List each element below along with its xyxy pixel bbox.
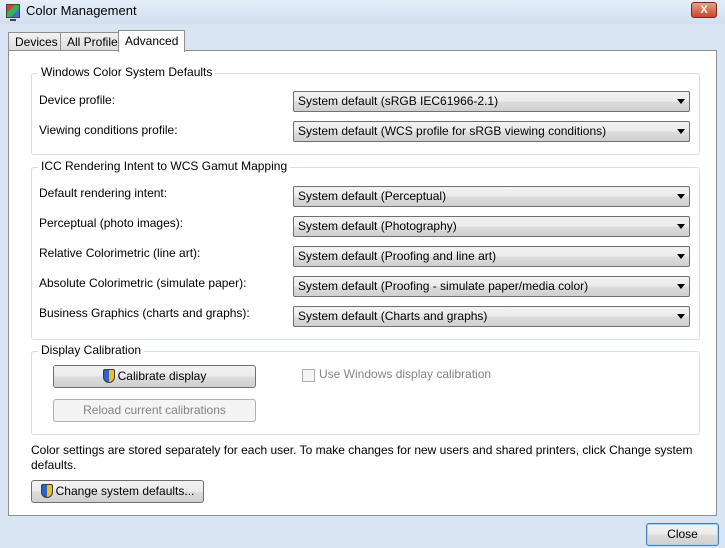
icc-mapping-title: ICC Rendering Intent to WCS Gamut Mappin… — [38, 159, 291, 173]
default-intent-label: Default rendering intent: — [39, 186, 168, 200]
default-intent-value: System default (Perceptual) — [298, 189, 447, 203]
viewing-conditions-select[interactable]: System default (WCS profile for sRGB vie… — [293, 121, 690, 142]
change-system-defaults-button[interactable]: Change system defaults... — [31, 480, 204, 503]
device-profile-label: Device profile: — [39, 93, 116, 107]
device-profile-select[interactable]: System default (sRGB IEC61966-2.1) — [293, 91, 690, 112]
viewing-conditions-value: System default (WCS profile for sRGB vie… — [298, 124, 607, 138]
chevron-down-icon — [677, 99, 685, 104]
wcs-defaults-title: Windows Color System Defaults — [38, 65, 216, 79]
relative-colorimetric-select[interactable]: System default (Proofing and line art) — [293, 246, 690, 267]
title-bar: Color Management X — [0, 0, 725, 24]
perceptual-label: Perceptual (photo images): — [39, 216, 184, 230]
default-intent-select[interactable]: System default (Perceptual) — [293, 186, 690, 207]
perceptual-value: System default (Photography) — [298, 219, 457, 233]
display-calibration-group: Display Calibration Calibrate display Re… — [31, 343, 700, 435]
color-management-icon — [6, 4, 20, 21]
chevron-down-icon — [677, 314, 685, 319]
chevron-down-icon — [677, 129, 685, 134]
calibrate-display-label: Calibrate display — [117, 369, 207, 383]
relative-colorimetric-value: System default (Proofing and line art) — [298, 249, 497, 263]
display-calibration-title: Display Calibration — [38, 343, 145, 357]
chevron-down-icon — [677, 254, 685, 259]
uac-shield-icon — [40, 484, 53, 498]
device-profile-value: System default (sRGB IEC61966-2.1) — [298, 94, 499, 108]
business-graphics-select[interactable]: System default (Charts and graphs) — [293, 306, 690, 327]
uac-shield-icon — [102, 369, 115, 383]
chevron-down-icon — [677, 194, 685, 199]
business-graphics-value: System default (Charts and graphs) — [298, 309, 488, 323]
perceptual-select[interactable]: System default (Photography) — [293, 216, 690, 237]
business-graphics-label: Business Graphics (charts and graphs): — [39, 306, 250, 320]
change-system-defaults-label: Change system defaults... — [55, 484, 195, 498]
window-title: Color Management — [26, 3, 137, 18]
wcs-defaults-group: Windows Color System Defaults Device pro… — [31, 65, 700, 155]
use-windows-calibration-checkbox[interactable] — [302, 369, 315, 382]
use-windows-calibration-label: Use Windows display calibration — [319, 367, 492, 381]
settings-note: Color settings are stored separately for… — [31, 443, 693, 472]
close-button[interactable]: Close — [646, 523, 719, 546]
absolute-colorimetric-select[interactable]: System default (Proofing - simulate pape… — [293, 276, 690, 297]
viewing-conditions-label: Viewing conditions profile: — [39, 123, 178, 137]
reload-calibrations-button[interactable]: Reload current calibrations — [53, 399, 256, 422]
absolute-colorimetric-value: System default (Proofing - simulate pape… — [298, 279, 589, 293]
absolute-colorimetric-label: Absolute Colorimetric (simulate paper): — [39, 276, 247, 290]
tab-devices[interactable]: Devices — [8, 32, 65, 51]
chevron-down-icon — [677, 224, 685, 229]
chevron-down-icon — [677, 284, 685, 289]
window-close-button[interactable]: X — [691, 2, 717, 18]
icc-mapping-group: ICC Rendering Intent to WCS Gamut Mappin… — [31, 159, 700, 340]
tab-advanced[interactable]: Advanced — [118, 30, 186, 52]
relative-colorimetric-label: Relative Colorimetric (line art): — [39, 246, 201, 260]
advanced-panel: Windows Color System Defaults Device pro… — [8, 50, 717, 516]
calibrate-display-button[interactable]: Calibrate display — [53, 365, 256, 388]
